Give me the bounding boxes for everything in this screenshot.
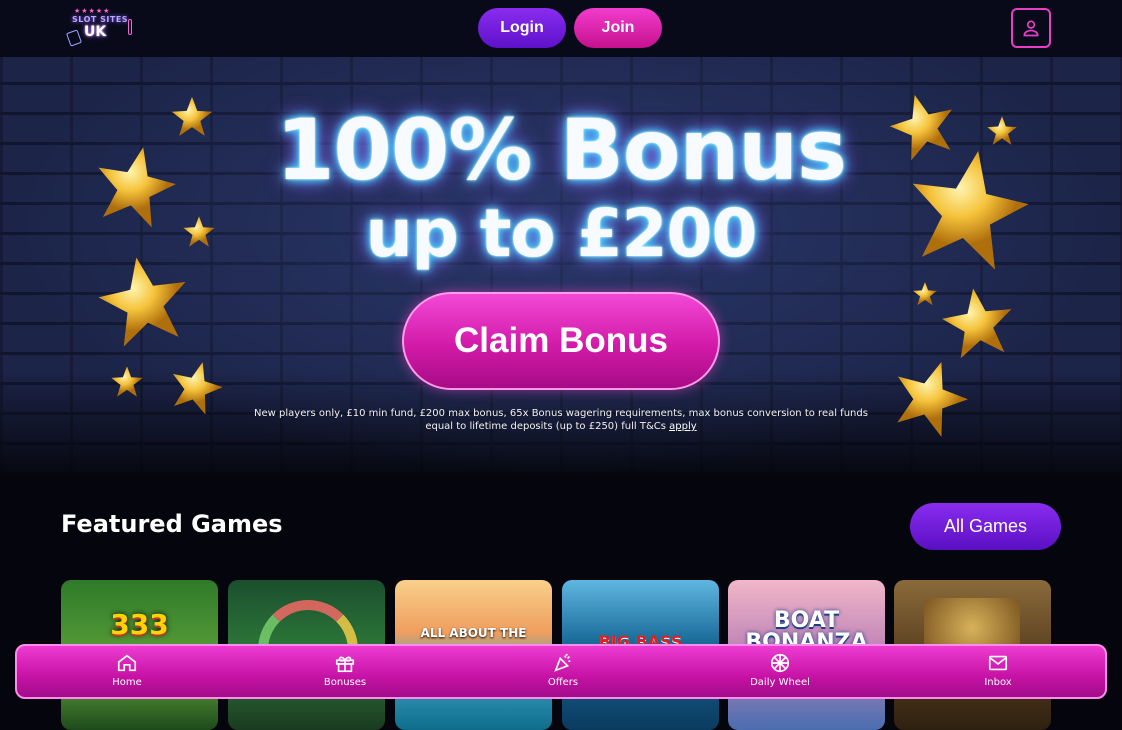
user-icon <box>1023 20 1039 37</box>
join-button[interactable]: Join <box>574 8 662 48</box>
site-logo[interactable]: ★★★★★ SLOT SITES UK <box>65 7 132 47</box>
logo-card-icon <box>65 29 83 47</box>
terms-body: New players only, £10 min fund, £200 max… <box>254 408 868 432</box>
site-header: ★★★★★ SLOT SITES UK Login Join <box>0 0 1122 57</box>
nav-label: Offers <box>547 677 579 688</box>
terms-text: New players only, £10 min fund, £200 max… <box>250 407 872 433</box>
hero-subheadline: up to £200 <box>365 195 758 272</box>
nav-offers[interactable]: Offers <box>513 652 613 688</box>
home-icon <box>117 654 137 672</box>
hero-banner: 100% Bonus up to £200 Claim Bonus New pl… <box>0 57 1122 475</box>
account-button[interactable] <box>1011 8 1051 48</box>
nav-label: Inbox <box>984 677 1012 688</box>
claim-bonus-button[interactable]: Claim Bonus <box>402 292 720 390</box>
game-title: ALL ABOUT THE <box>420 626 527 640</box>
logo-text-top: SLOT SITES <box>72 15 129 24</box>
nav-label: Home <box>112 677 142 688</box>
star-icon <box>913 282 937 306</box>
terms-apply-link[interactable]: apply <box>669 421 697 432</box>
logo-lever-icon <box>128 19 132 35</box>
logo-text-bottom: UK <box>84 24 107 40</box>
envelope-icon <box>988 655 1008 671</box>
nav-label: Bonuses <box>323 677 367 688</box>
party-popper-icon <box>554 653 571 672</box>
bottom-nav: Home Bonuses Offers Daily Wheel Inbox <box>15 644 1107 699</box>
logo-stars: ★★★★★ <box>74 7 111 15</box>
star-icon <box>942 288 1012 359</box>
nav-home[interactable]: Home <box>77 652 177 688</box>
hero-headline: 100% Bonus <box>275 101 847 199</box>
wheel-icon <box>770 653 790 673</box>
star-icon <box>172 362 223 415</box>
game-title: 333 <box>110 608 169 641</box>
gift-icon <box>335 656 355 673</box>
login-button[interactable]: Login <box>478 8 566 48</box>
all-games-button[interactable]: All Games <box>910 503 1061 550</box>
nav-inbox[interactable]: Inbox <box>948 652 1048 688</box>
featured-games-title: Featured Games <box>61 510 283 538</box>
nav-daily-wheel[interactable]: Daily Wheel <box>730 652 830 688</box>
nav-bonuses[interactable]: Bonuses <box>295 652 395 688</box>
star-icon <box>111 366 143 397</box>
nav-label: Daily Wheel <box>750 677 810 688</box>
